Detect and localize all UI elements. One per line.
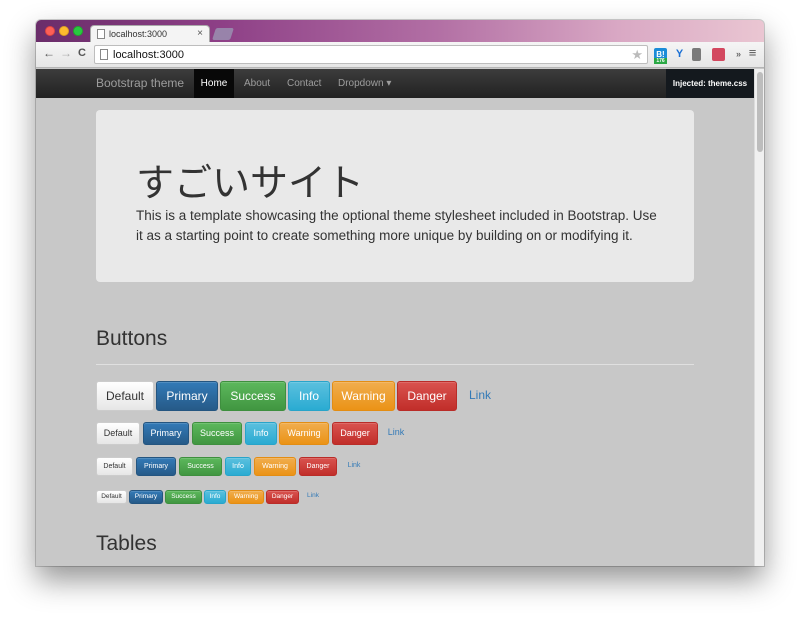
close-window-button[interactable]: [45, 26, 55, 36]
info-button[interactable]: Info: [245, 422, 277, 445]
success-button[interactable]: Success: [192, 422, 242, 445]
info-button[interactable]: Info: [204, 490, 226, 504]
nav-contact[interactable]: Contact: [287, 69, 321, 98]
link-button[interactable]: Link: [459, 381, 501, 411]
more-extensions-icon[interactable]: »: [732, 48, 745, 61]
book-extension-icon[interactable]: [692, 48, 701, 61]
warning-button[interactable]: Warning: [254, 457, 296, 476]
info-button[interactable]: Info: [225, 457, 251, 476]
page-content: Bootstrap theme Home About Contact Dropd…: [36, 69, 754, 566]
navbar-brand[interactable]: Bootstrap theme: [96, 76, 184, 90]
title-bar: localhost:3000 ×: [36, 20, 764, 42]
browser-window: localhost:3000 × ← → C localhost:3000 ★ …: [36, 20, 764, 566]
jumbotron-text: This is a template showcasing the option…: [136, 208, 657, 243]
buttons-heading: Buttons: [96, 327, 168, 350]
warning-button[interactable]: Warning: [279, 422, 329, 445]
tab-close-icon[interactable]: ×: [197, 28, 203, 39]
jumbotron-title: すごいサイト: [136, 163, 365, 205]
danger-button[interactable]: Danger: [332, 422, 378, 445]
site-navbar: Bootstrap theme Home About Contact Dropd…: [36, 69, 754, 98]
danger-button[interactable]: Danger: [266, 490, 299, 504]
section-divider: [96, 364, 694, 365]
primary-button[interactable]: Primary: [129, 490, 163, 504]
forward-button[interactable]: →: [60, 46, 72, 60]
address-bar[interactable]: localhost:3000 ★: [94, 45, 648, 64]
tab-title: localhost:3000: [109, 29, 168, 39]
back-button[interactable]: ←: [43, 46, 55, 60]
success-button[interactable]: Success: [179, 457, 222, 476]
nav-about[interactable]: About: [244, 69, 270, 98]
hatena-bookmark-icon[interactable]: B! 176: [654, 48, 667, 64]
link-button[interactable]: Link: [340, 457, 368, 476]
nav-dropdown[interactable]: Dropdown ▾: [338, 69, 391, 98]
menu-icon[interactable]: ≡: [746, 46, 759, 59]
injected-badge: Injected: theme.css: [666, 69, 754, 98]
page-scrollbar[interactable]: [754, 69, 764, 566]
url-text[interactable]: localhost:3000: [113, 49, 184, 61]
page-icon: [100, 49, 108, 60]
pocket-extension-icon[interactable]: [712, 48, 725, 61]
danger-button[interactable]: Danger: [397, 381, 457, 411]
link-button[interactable]: Link: [380, 422, 412, 445]
primary-button[interactable]: Primary: [156, 381, 218, 411]
page-icon: [97, 29, 105, 39]
success-button[interactable]: Success: [165, 490, 202, 504]
y-extension-icon[interactable]: Y: [673, 48, 686, 61]
success-button[interactable]: Success: [220, 381, 286, 411]
warning-button[interactable]: Warning: [332, 381, 395, 411]
bookmark-star-icon[interactable]: ★: [631, 47, 643, 63]
primary-button[interactable]: Primary: [136, 457, 176, 476]
minimize-window-button[interactable]: [59, 26, 69, 36]
new-tab-button[interactable]: [212, 28, 234, 40]
info-button[interactable]: Info: [288, 381, 330, 411]
browser-tab[interactable]: localhost:3000 ×: [90, 25, 210, 42]
hatena-count: 176: [654, 58, 667, 64]
browser-toolbar: ← → C localhost:3000 ★ B! 176 Y » ≡: [36, 42, 764, 68]
warning-button[interactable]: Warning: [228, 490, 264, 504]
link-button[interactable]: Link: [301, 490, 325, 504]
default-button[interactable]: Default: [96, 381, 154, 411]
tables-heading: Tables: [96, 532, 157, 555]
danger-button[interactable]: Danger: [299, 457, 337, 476]
scrollbar-thumb[interactable]: [757, 72, 763, 152]
default-button[interactable]: Default: [96, 490, 127, 504]
default-button[interactable]: Default: [96, 457, 133, 476]
default-button[interactable]: Default: [96, 422, 140, 445]
primary-button[interactable]: Primary: [143, 422, 189, 445]
reload-button[interactable]: C: [78, 47, 86, 59]
maximize-window-button[interactable]: [73, 26, 83, 36]
jumbotron: すごいサイト This is a template showcasing the…: [96, 110, 694, 282]
nav-home[interactable]: Home: [194, 69, 234, 98]
